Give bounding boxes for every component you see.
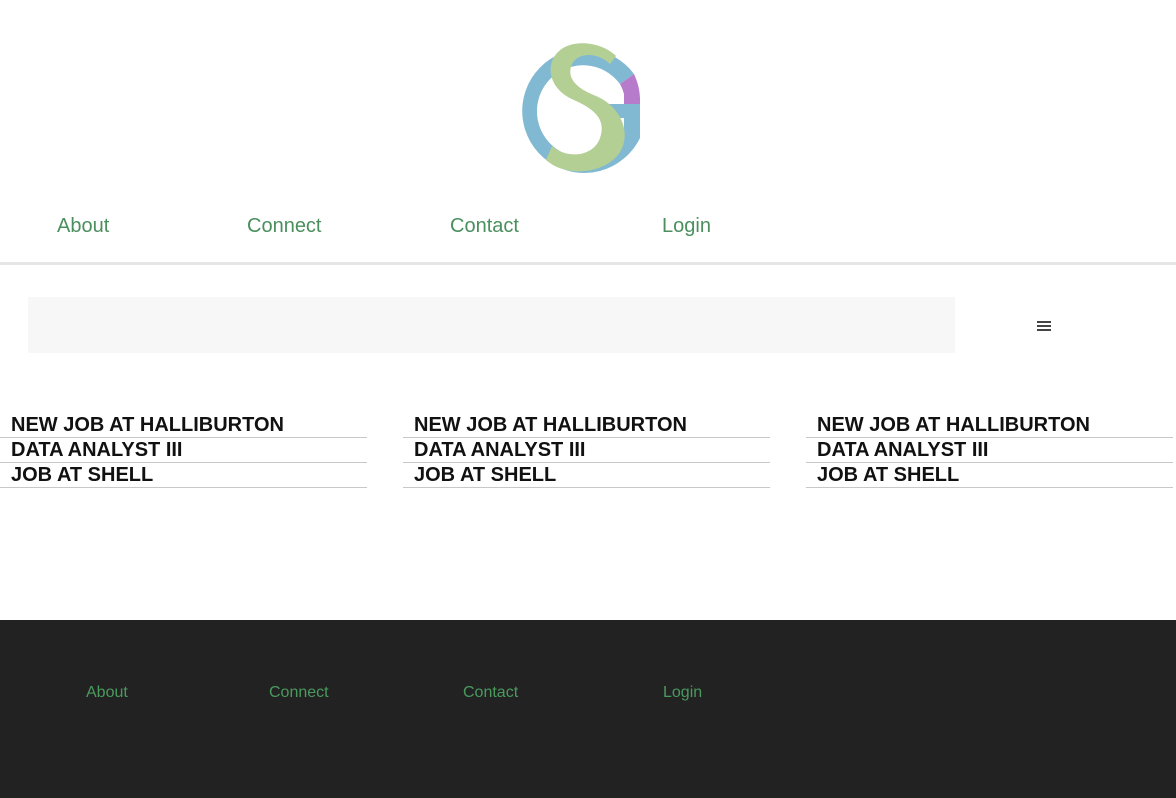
nav-contact-link[interactable]: Contact: [450, 214, 519, 238]
footer-about-link[interactable]: About: [86, 684, 128, 702]
footer-login-link[interactable]: Login: [663, 684, 702, 702]
job-list-item[interactable]: DATA ANALYST III: [403, 438, 770, 463]
job-list-item[interactable]: NEW JOB AT HALLIBURTON: [806, 413, 1173, 438]
job-list-item[interactable]: JOB AT SHELL: [403, 463, 770, 488]
hamburger-menu-icon[interactable]: [1037, 319, 1053, 333]
page: About Connect Contact Login NEW JOB AT H…: [0, 0, 1176, 798]
footer: About Connect Contact Login: [0, 620, 1176, 798]
sg-monogram-logo-icon: [522, 43, 640, 173]
job-list-item[interactable]: JOB AT SHELL: [0, 463, 367, 488]
sg-logo[interactable]: [516, 34, 658, 176]
job-list-column-2: NEW JOB AT HALLIBURTON DATA ANALYST III …: [403, 413, 770, 488]
footer-connect-link[interactable]: Connect: [269, 684, 329, 702]
nav-connect-link[interactable]: Connect: [247, 214, 322, 238]
search-input[interactable]: [28, 297, 955, 353]
nav-about-link[interactable]: About: [57, 214, 109, 238]
footer-contact-link[interactable]: Contact: [463, 684, 518, 702]
nav-login-link[interactable]: Login: [662, 214, 711, 238]
top-nav: About Connect Contact Login: [0, 200, 1176, 265]
job-list-column-3: NEW JOB AT HALLIBURTON DATA ANALYST III …: [806, 413, 1173, 488]
job-list-item[interactable]: JOB AT SHELL: [806, 463, 1173, 488]
job-list-item[interactable]: DATA ANALYST III: [806, 438, 1173, 463]
job-list-item[interactable]: DATA ANALYST III: [0, 438, 367, 463]
job-list-column-1: NEW JOB AT HALLIBURTON DATA ANALYST III …: [0, 413, 367, 488]
job-list-item[interactable]: NEW JOB AT HALLIBURTON: [403, 413, 770, 438]
job-list-item[interactable]: NEW JOB AT HALLIBURTON: [0, 413, 367, 438]
